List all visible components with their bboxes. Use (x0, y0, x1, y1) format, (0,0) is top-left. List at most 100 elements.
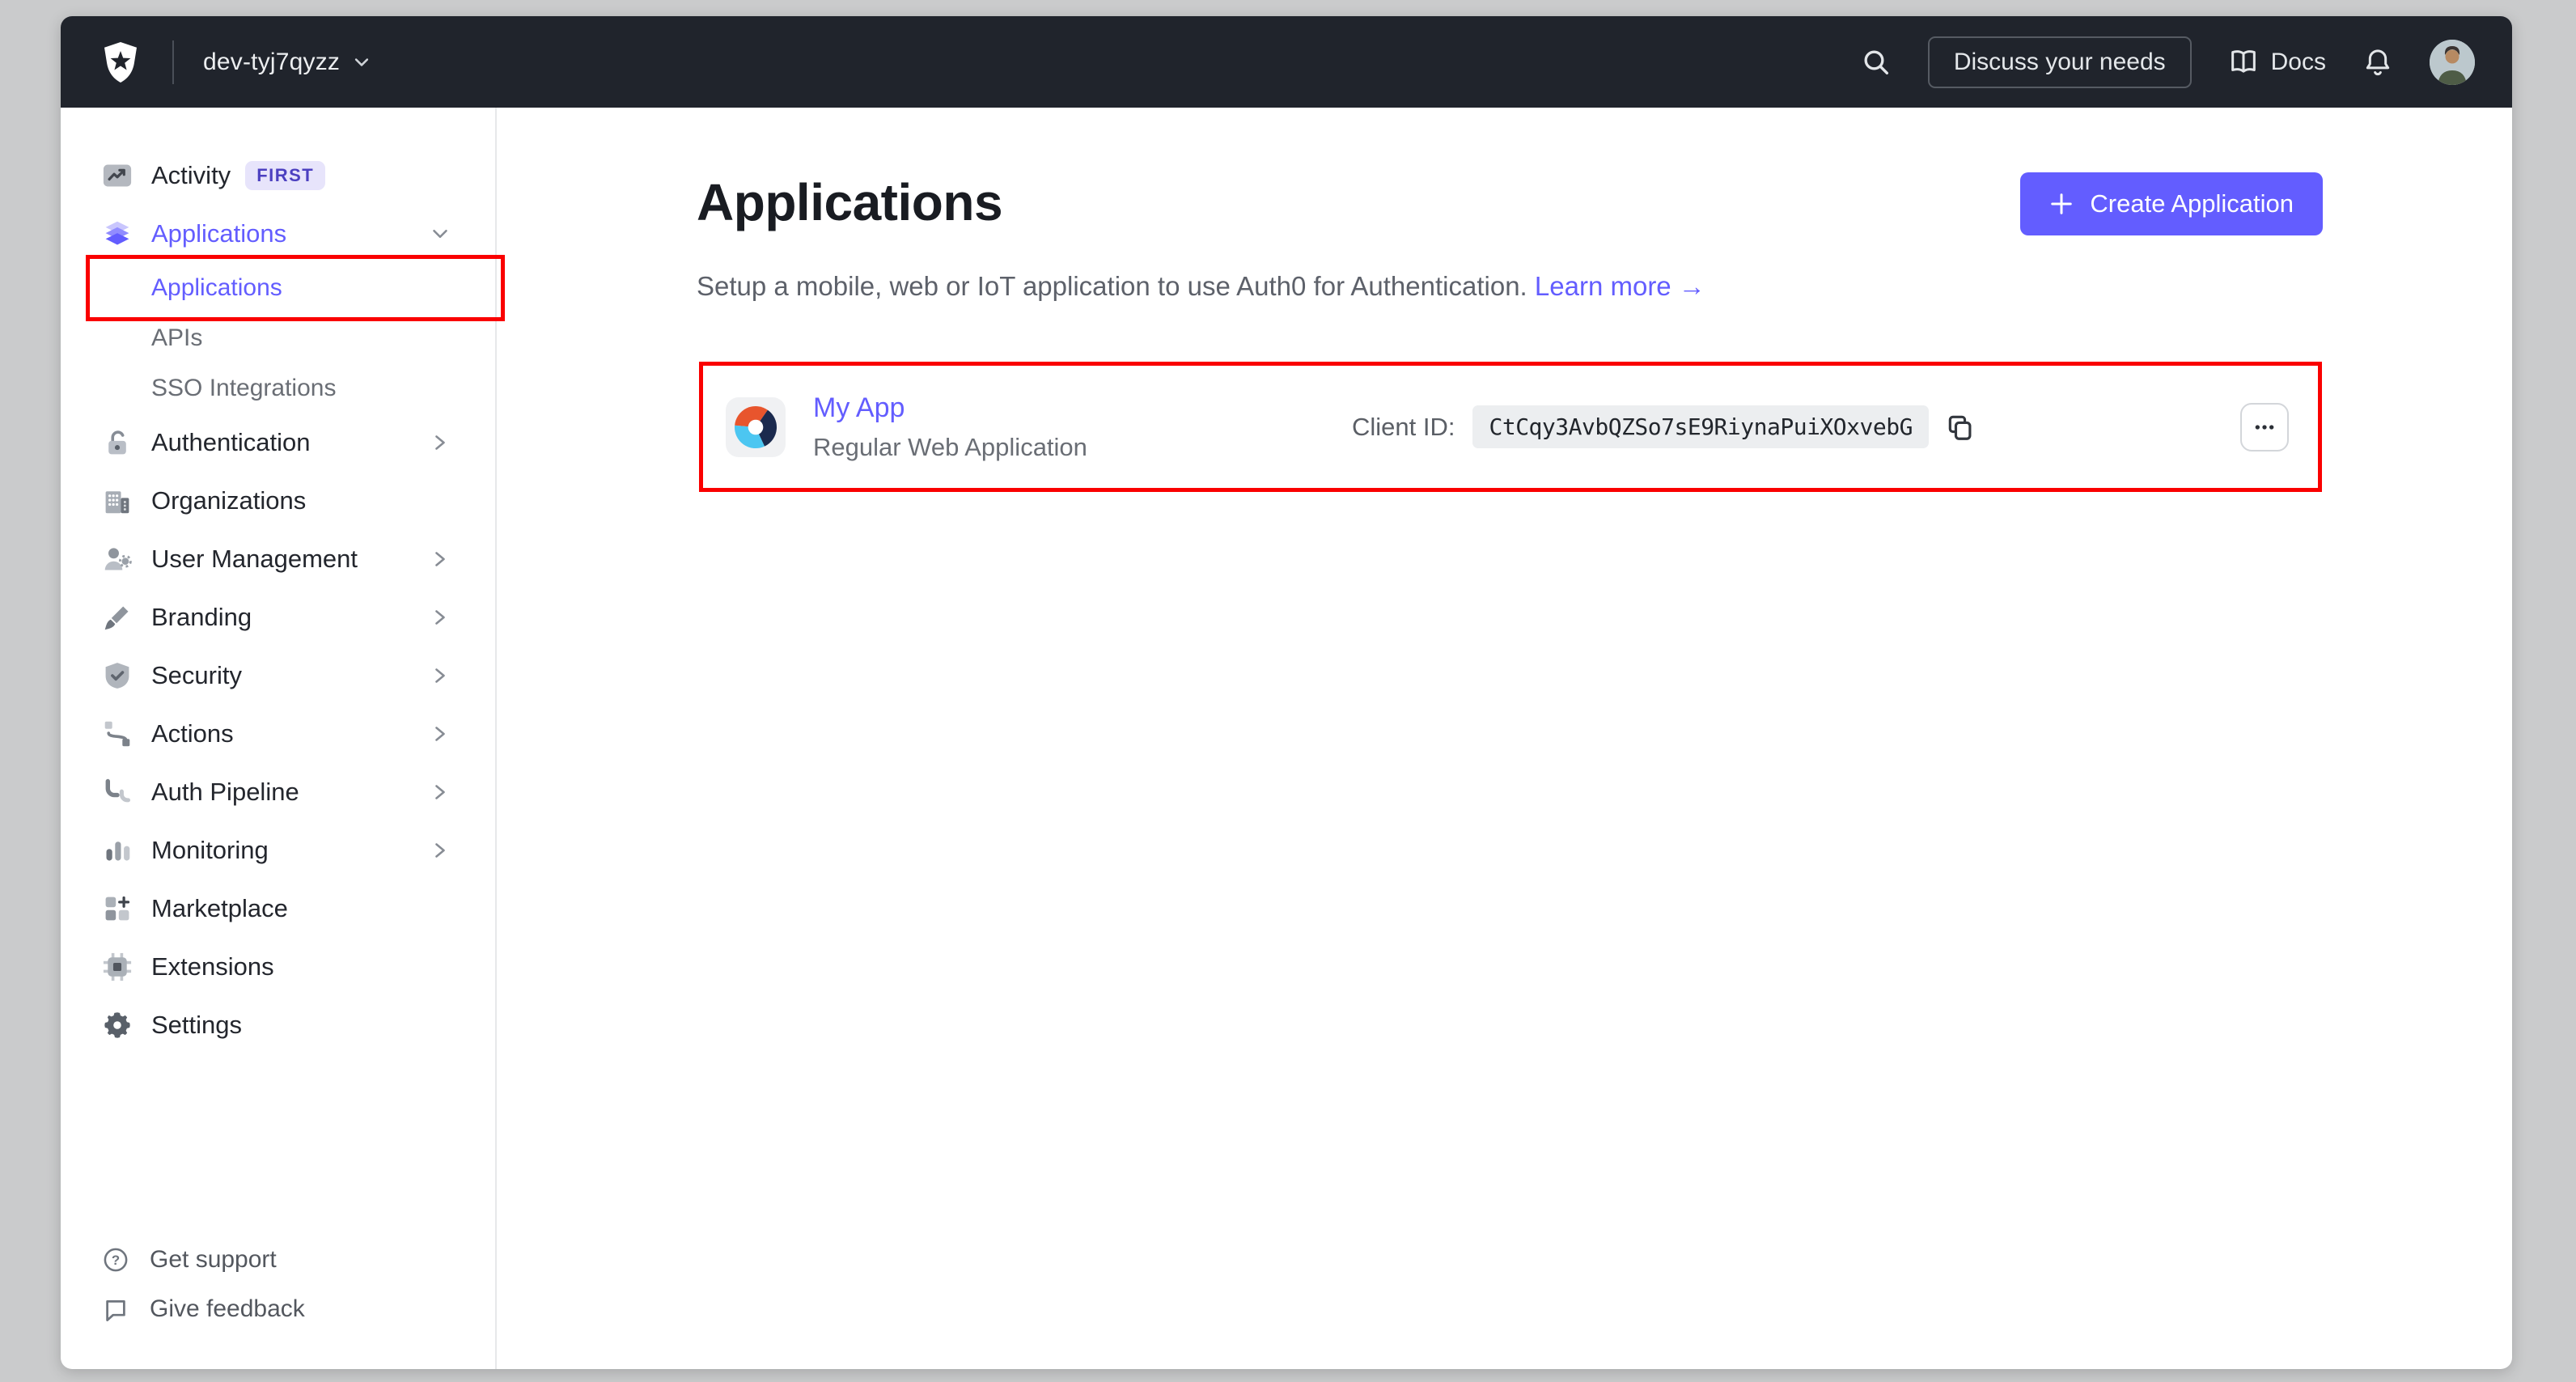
user-avatar[interactable] (2430, 39, 2475, 85)
sidebar-item-apis[interactable]: APIs (61, 313, 495, 363)
plus-icon (2049, 192, 2074, 216)
monitoring-icon (103, 836, 132, 865)
copy-icon (1945, 412, 1976, 443)
sidebar-item-auth-pipeline[interactable]: Auth Pipeline (61, 763, 495, 821)
sidebar-item-applications[interactable]: Applications (61, 205, 495, 263)
sidebar-item-sso-integrations[interactable]: SSO Integrations (61, 363, 495, 413)
first-badge: FIRST (245, 161, 326, 190)
chevron-right-icon (430, 841, 450, 860)
sidebar-item-label: Actions (151, 719, 234, 748)
chevron-right-icon (430, 549, 450, 569)
copy-client-id-button[interactable] (1945, 412, 1976, 443)
subtitle-text: Setup a mobile, web or IoT application t… (697, 271, 1527, 301)
branding-icon (103, 603, 132, 632)
extensions-icon (103, 952, 132, 981)
application-row[interactable]: My App Regular Web Application Client ID… (699, 362, 2322, 492)
chevron-right-icon (430, 782, 450, 802)
docs-label: Docs (2270, 48, 2326, 75)
security-icon (103, 661, 132, 690)
sidebar-item-branding[interactable]: Branding (61, 588, 495, 646)
create-application-label: Create Application (2090, 189, 2294, 218)
sidebar-item-security[interactable]: Security (61, 646, 495, 705)
sidebar: Activity FIRST Applications Applications API… (61, 108, 497, 1369)
sidebar-item-organizations[interactable]: Organizations (61, 472, 495, 530)
sidebar-nav: Activity FIRST Applications Applications API… (61, 146, 495, 1054)
sidebar-item-label: Activity (151, 161, 231, 189)
sidebar-item-user-management[interactable]: User Management (61, 530, 495, 588)
auth-pipeline-icon (103, 778, 132, 807)
sidebar-item-activity[interactable]: Activity FIRST (61, 146, 495, 205)
chevron-down-icon (430, 224, 450, 244)
create-application-button[interactable]: Create Application (2020, 172, 2323, 235)
learn-more-link[interactable]: Learn more → (1535, 271, 1705, 301)
application-menu-button[interactable] (2240, 402, 2289, 451)
app-donut-logo-icon (733, 405, 778, 450)
avatar-image (2430, 40, 2475, 85)
application-name-link[interactable]: My App (813, 392, 1087, 425)
auth0-logo-icon[interactable] (98, 40, 143, 85)
chevron-right-icon (430, 724, 450, 744)
authentication-icon (103, 428, 132, 457)
sidebar-item-label: Authentication (151, 428, 311, 456)
discuss-your-needs-button[interactable]: Discuss your needs (1927, 36, 2192, 88)
sidebar-item-label: Marketplace (151, 894, 288, 922)
sidebar-item-label: Get support (150, 1245, 277, 1273)
sidebar-item-actions[interactable]: Actions (61, 705, 495, 763)
sidebar-item-extensions[interactable]: Extensions (61, 938, 495, 996)
sidebar-item-label: Organizations (151, 486, 307, 515)
application-type: Regular Web Application (813, 432, 1087, 461)
bell-icon[interactable] (2362, 46, 2394, 78)
sidebar-item-label: APIs (151, 324, 203, 351)
sidebar-item-label: Branding (151, 603, 252, 631)
sidebar-item-monitoring[interactable]: Monitoring (61, 821, 495, 880)
sidebar-footer: Get support Give feedback (61, 1235, 495, 1369)
settings-icon (103, 1011, 132, 1040)
tenant-switcher[interactable]: dev-tyj7qyzz (203, 49, 371, 76)
sidebar-item-marketplace[interactable]: Marketplace (61, 880, 495, 938)
app-window: dev-tyj7qyzz Discuss your needs Docs Act… (61, 16, 2512, 1369)
chevron-right-icon (430, 433, 450, 452)
sidebar-item-applications-sub[interactable]: Applications (61, 263, 495, 313)
docs-book-icon (2227, 46, 2260, 78)
topbar-actions: Discuss your needs Docs (1860, 36, 2475, 88)
user-management-icon (103, 545, 132, 574)
client-id-value: CtCqy3AvbQZSo7sE9RiynaPuiXOxvebG (1472, 405, 1929, 448)
chevron-right-icon (430, 608, 450, 627)
page-title: Applications (697, 173, 1003, 231)
sidebar-item-label: Give feedback (150, 1295, 305, 1322)
sidebar-item-label: User Management (151, 545, 358, 573)
main-content: Applications Create Application Setup a … (497, 108, 2512, 1369)
ellipsis-icon (2252, 414, 2277, 440)
organizations-icon (103, 486, 132, 515)
sidebar-item-label: Extensions (151, 952, 274, 981)
sidebar-item-label: Security (151, 661, 242, 689)
feedback-icon (103, 1296, 129, 1322)
sidebar-item-label: Auth Pipeline (151, 778, 299, 806)
sidebar-item-get-support[interactable]: Get support (61, 1235, 495, 1284)
applications-icon (103, 219, 132, 248)
actions-icon (103, 719, 132, 748)
topbar: dev-tyj7qyzz Discuss your needs Docs (61, 16, 2512, 108)
search-icon[interactable] (1860, 46, 1892, 78)
client-id-group: Client ID: CtCqy3AvbQZSo7sE9RiynaPuiXOxv… (1352, 405, 1976, 448)
sidebar-item-label: SSO Integrations (151, 375, 337, 401)
help-icon (103, 1247, 129, 1273)
topbar-divider (172, 40, 174, 84)
application-logo (726, 396, 786, 457)
sidebar-item-label: Monitoring (151, 836, 269, 864)
application-names: My App Regular Web Application (813, 392, 1087, 462)
sidebar-item-give-feedback[interactable]: Give feedback (61, 1284, 495, 1333)
sidebar-item-label: Applications (151, 219, 287, 248)
page-subtitle: Setup a mobile, web or IoT application t… (697, 268, 2323, 305)
docs-link[interactable]: Docs (2227, 46, 2326, 78)
content-row: Activity FIRST Applications Applications API… (61, 108, 2512, 1369)
arrow-right-icon: → (1678, 271, 1705, 301)
sidebar-item-label: Applications (151, 274, 282, 301)
sidebar-item-authentication[interactable]: Authentication (61, 413, 495, 472)
tenant-name: dev-tyj7qyzz (203, 48, 341, 75)
main-header: Applications Create Application (697, 172, 2323, 235)
client-id-label: Client ID: (1352, 412, 1455, 441)
sidebar-item-settings[interactable]: Settings (61, 996, 495, 1054)
marketplace-icon (103, 894, 132, 923)
activity-icon (103, 161, 132, 190)
